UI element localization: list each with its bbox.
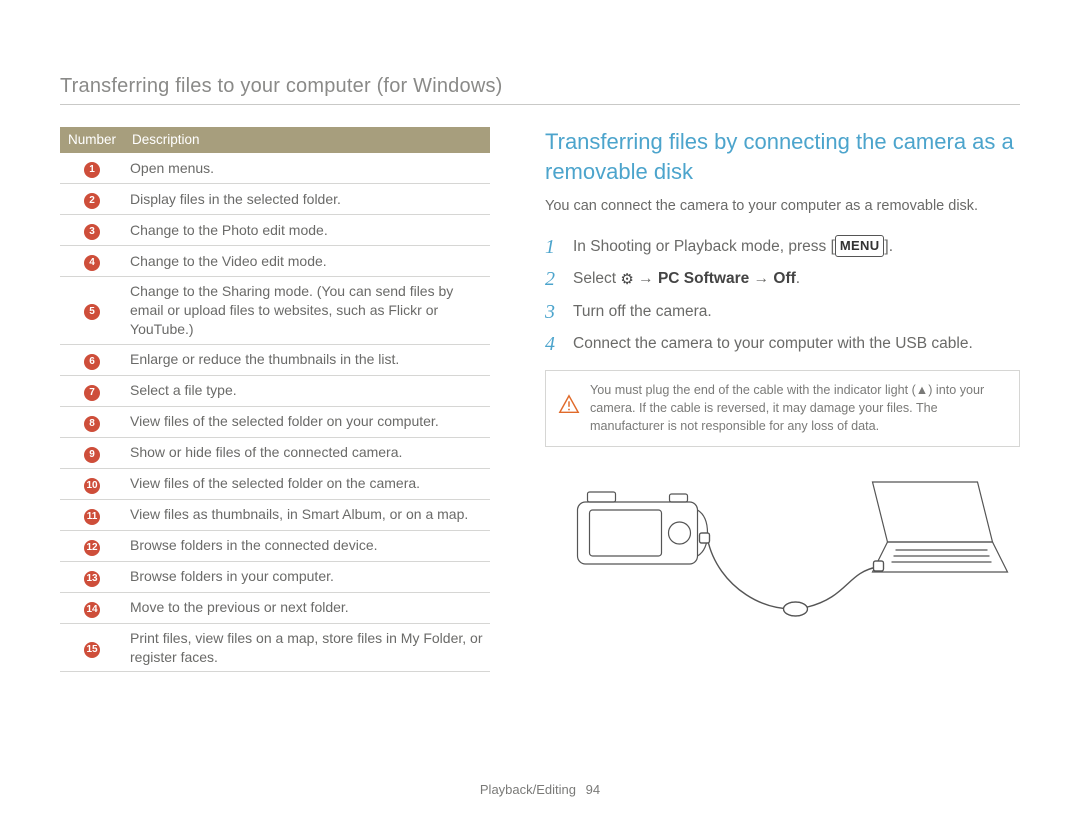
step-bold: Off xyxy=(773,270,795,287)
row-number-badge: 6 xyxy=(84,354,100,370)
table-row: 6 Enlarge or reduce the thumbnails in the… xyxy=(60,344,490,375)
step-text: → xyxy=(634,270,658,287)
table-row: 4 Change to the Video edit mode. xyxy=(60,246,490,277)
step-text: Turn off the camera. xyxy=(573,300,712,324)
step-text: . xyxy=(796,270,800,287)
step-item: Select ⚙ → PC Software → Off. xyxy=(545,267,1020,292)
page-section-title: Transferring files to your computer (for… xyxy=(60,75,1020,105)
row-desc: Show or hide files of the connected came… xyxy=(124,437,490,468)
row-number-badge: 10 xyxy=(84,478,100,494)
row-number-badge: 8 xyxy=(84,416,100,432)
table-row: 5 Change to the Sharing mode. (You can se… xyxy=(60,277,490,345)
page-footer: Playback/Editing 94 xyxy=(0,782,1080,797)
row-desc: Change to the Photo edit mode. xyxy=(124,215,490,246)
camera-usb-laptop-illustration xyxy=(545,467,1020,637)
number-description-table: Number Description 1 Open menus. 2 Display… xyxy=(60,127,490,672)
row-desc: Change to the Video edit mode. xyxy=(124,246,490,277)
step-item: In Shooting or Playback mode, press [MEN… xyxy=(545,235,1020,259)
table-row: 14 Move to the previous or next folder. xyxy=(60,592,490,623)
section-heading: Transferring files by connecting the cam… xyxy=(545,127,1020,186)
row-number-badge: 7 xyxy=(84,385,100,401)
table-row: 10 View files of the selected folder on t… xyxy=(60,468,490,499)
table-row: 11 View files as thumbnails, in Smart Alb… xyxy=(60,499,490,530)
row-number-badge: 14 xyxy=(84,602,100,618)
warning-icon xyxy=(558,392,580,424)
table-row: 12 Browse folders in the connected device… xyxy=(60,530,490,561)
table-header-description: Description xyxy=(124,127,490,153)
row-desc: Change to the Sharing mode. (You can sen… xyxy=(124,277,490,345)
row-desc: Select a file type. xyxy=(124,375,490,406)
row-number-badge: 9 xyxy=(84,447,100,463)
table-row: 9 Show or hide files of the connected cam… xyxy=(60,437,490,468)
row-number-badge: 1 xyxy=(84,162,100,178)
row-desc: Browse folders in the connected device. xyxy=(124,530,490,561)
table-row: 8 View files of the selected folder on yo… xyxy=(60,406,490,437)
row-number-badge: 15 xyxy=(84,642,100,658)
row-desc: View files as thumbnails, in Smart Album… xyxy=(124,499,490,530)
row-number-badge: 4 xyxy=(84,255,100,271)
row-desc: Browse folders in your computer. xyxy=(124,561,490,592)
footer-page-number: 94 xyxy=(586,782,600,797)
row-desc: Move to the previous or next folder. xyxy=(124,592,490,623)
table-row: 2 Display files in the selected folder. xyxy=(60,184,490,215)
step-item: Turn off the camera. xyxy=(545,300,1020,324)
table-row: 1 Open menus. xyxy=(60,153,490,184)
step-text: → xyxy=(749,270,773,287)
table-row: 15 Print files, view files on a map, stor… xyxy=(60,623,490,672)
step-bold: PC Software xyxy=(658,270,749,287)
row-number-badge: 11 xyxy=(84,509,100,525)
row-desc: View files of the selected folder on you… xyxy=(124,406,490,437)
step-text: In Shooting or Playback mode, press [ xyxy=(573,238,835,255)
caution-note: You must plug the end of the cable with … xyxy=(545,370,1020,447)
table-row: 3 Change to the Photo edit mode. xyxy=(60,215,490,246)
step-text: Select xyxy=(573,270,620,287)
row-number-badge: 3 xyxy=(84,224,100,240)
row-number-badge: 13 xyxy=(84,571,100,587)
row-desc: Enlarge or reduce the thumbnails in the … xyxy=(124,344,490,375)
caution-text: You must plug the end of the cable with … xyxy=(590,383,984,434)
step-text: Connect the camera to your computer with… xyxy=(573,332,973,356)
row-desc: Display files in the selected folder. xyxy=(124,184,490,215)
gear-icon: ⚙ xyxy=(620,269,633,292)
menu-button-label: MENU xyxy=(835,235,884,257)
row-desc: Open menus. xyxy=(124,153,490,184)
table-header-number: Number xyxy=(60,127,124,153)
row-number-badge: 2 xyxy=(84,193,100,209)
step-text: ]. xyxy=(884,238,893,255)
step-list: In Shooting or Playback mode, press [MEN… xyxy=(545,235,1020,356)
table-row: 7 Select a file type. xyxy=(60,375,490,406)
footer-section: Playback/Editing xyxy=(480,782,576,797)
section-intro: You can connect the camera to your compu… xyxy=(545,196,1020,217)
step-item: Connect the camera to your computer with… xyxy=(545,332,1020,356)
row-desc: View files of the selected folder on the… xyxy=(124,468,490,499)
row-number-badge: 5 xyxy=(84,304,100,320)
row-desc: Print files, view files on a map, store … xyxy=(124,623,490,672)
row-number-badge: 12 xyxy=(84,540,100,556)
table-row: 13 Browse folders in your computer. xyxy=(60,561,490,592)
